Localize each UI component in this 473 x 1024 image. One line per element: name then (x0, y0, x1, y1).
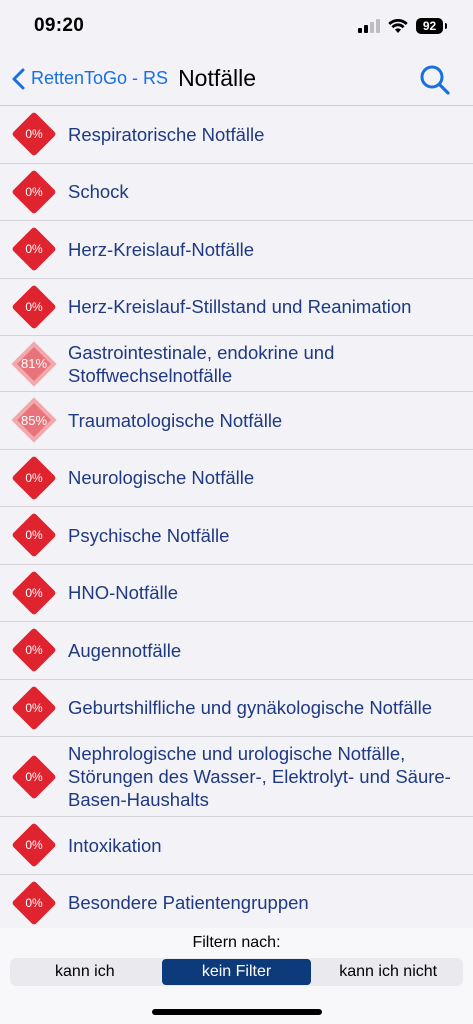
wifi-icon (388, 18, 408, 33)
filter-option-kein-filter[interactable]: kein Filter (161, 959, 312, 985)
filter-title: Filtern nach: (192, 934, 281, 951)
list-item[interactable]: 0% HNO-Notfälle (0, 564, 473, 622)
list-item[interactable]: 0% Intoxikation (0, 817, 473, 875)
progress-badge: 0% (8, 223, 60, 275)
search-button[interactable] (419, 64, 451, 101)
battery-indicator: 92 (416, 18, 447, 34)
progress-percent: 0% (25, 470, 43, 485)
home-indicator (152, 1009, 322, 1015)
progress-percent: 0% (25, 700, 43, 715)
progress-percent: 0% (25, 127, 43, 142)
list-item[interactable]: 0% Nephrologische und urologische Notfäll… (0, 737, 473, 817)
list-item-label: Besondere Patientengruppen (68, 892, 309, 914)
list-item[interactable]: 0% Herz-Kreislauf-Stillstand und Reanimat… (0, 278, 473, 336)
list-item-label: Geburtshilfliche und gynäkologische Notf… (68, 697, 433, 719)
list-item-label: Schock (68, 181, 129, 203)
progress-badge: 85% (8, 394, 60, 446)
progress-badge: 0% (8, 166, 60, 218)
progress-badge: 0% (8, 281, 60, 333)
list-item-label: Respiratorische Notfälle (68, 123, 265, 145)
list-item[interactable]: 0% Besondere Patientengruppen (0, 874, 473, 928)
status-time: 09:20 (34, 15, 85, 36)
list-item-label: Nephrologische und urologische Notfälle,… (68, 743, 451, 810)
list-item[interactable]: 81% Gastrointestinale, endokrine und Stof… (0, 336, 473, 392)
progress-percent: 0% (25, 838, 43, 853)
status-bar: 09:20 92 (0, 0, 473, 52)
list-item-label: Neurologische Notfälle (68, 467, 255, 489)
list-item[interactable]: 0% Neurologische Notfälle (0, 449, 473, 507)
status-icons: 92 (358, 18, 447, 34)
filter-segmented-control: kann ich kein Filter kann ich nicht (10, 958, 463, 986)
progress-badge: 0% (8, 108, 60, 160)
list-item-label: Herz-Kreislauf-Notfälle (68, 238, 255, 260)
progress-percent: 0% (25, 528, 43, 543)
cellular-signal-icon (358, 19, 380, 33)
list-item-label: Traumatologische Notfälle (68, 409, 283, 431)
progress-percent: 81% (20, 356, 48, 371)
category-list: 0% Respiratorische Notfälle 0% Schock 0% Herz… (0, 106, 473, 928)
list-item[interactable]: 0% Schock (0, 163, 473, 221)
list-item-label: Augennotfälle (68, 639, 182, 661)
list-item-label: HNO-Notfälle (68, 582, 178, 604)
progress-badge: 0% (8, 624, 60, 676)
progress-percent: 0% (25, 895, 43, 910)
list-item[interactable]: 85% Traumatologische Notfälle (0, 392, 473, 450)
list-item-label: Psychische Notfälle (68, 524, 230, 546)
list-item[interactable]: 0% Geburtshilfliche und gynäkologische No… (0, 679, 473, 737)
progress-percent: 0% (25, 769, 43, 784)
list-item-label: Intoxikation (68, 834, 162, 856)
filter-option-kann-ich[interactable]: kann ich (10, 958, 160, 986)
navigation-bar: RettenToGo - RS Notfälle (0, 52, 473, 106)
search-icon (420, 65, 450, 95)
progress-percent: 0% (25, 643, 43, 658)
list-item-label: Herz-Kreislauf-Stillstand und Reanimatio… (68, 296, 412, 318)
progress-badge: 0% (8, 509, 60, 561)
progress-badge: 0% (8, 819, 60, 871)
progress-percent: 0% (25, 585, 43, 600)
back-button[interactable]: RettenToGo - RS (12, 68, 168, 90)
list-item[interactable]: 0% Respiratorische Notfälle (0, 106, 473, 164)
list-item[interactable]: 0% Psychische Notfälle (0, 507, 473, 565)
filter-option-kann-ich-nicht[interactable]: kann ich nicht (313, 958, 463, 986)
progress-badge: 0% (8, 682, 60, 734)
progress-badge: 0% (8, 877, 60, 928)
back-label: RettenToGo - RS (31, 68, 169, 88)
list-item[interactable]: 0% Augennotfälle (0, 622, 473, 680)
progress-percent: 0% (25, 242, 43, 257)
progress-percent: 85% (20, 412, 48, 428)
progress-percent: 0% (25, 299, 43, 314)
progress-badge: 0% (8, 567, 60, 619)
filter-area: Filtern nach: kann ich kein Filter kann … (0, 928, 473, 1024)
page-title: Notfälle (178, 65, 257, 91)
progress-badge: 81% (8, 338, 60, 390)
progress-badge: 0% (8, 751, 60, 803)
progress-badge: 0% (8, 452, 60, 504)
chevron-left-icon (12, 68, 25, 89)
progress-percent: 0% (25, 184, 43, 199)
list-item[interactable]: 0% Herz-Kreislauf-Notfälle (0, 221, 473, 279)
list-item-label: Gastrointestinale, endokrine und Stoffwe… (68, 341, 335, 386)
